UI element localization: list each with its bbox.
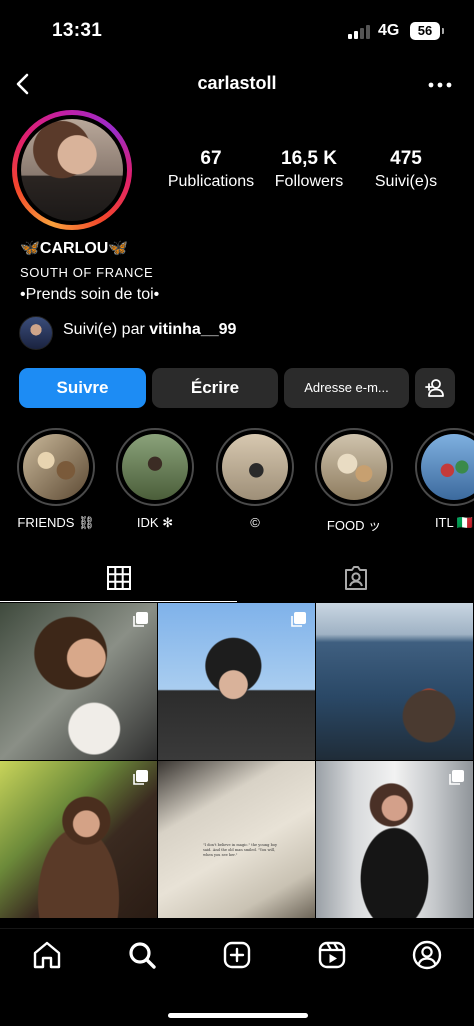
highlight-label: ITL 🇮🇹 <box>434 515 474 530</box>
stat-publications: 67 Publications <box>166 148 256 191</box>
create-icon[interactable] <box>221 939 253 971</box>
highlight-friends[interactable]: FRIENDS ⛓ <box>16 428 96 531</box>
suggest-users-button[interactable] <box>415 368 455 408</box>
stat-followers[interactable]: 16,5 K Followers <box>266 148 352 191</box>
multiple-photos-icon <box>133 770 148 785</box>
highlight-copyright[interactable]: © <box>215 428 295 530</box>
status-time: 13:31 <box>52 20 103 41</box>
highlight-idk[interactable]: IDK ✻ <box>115 428 195 531</box>
highlight-label: IDK ✻ <box>136 515 174 530</box>
followed-by-avatar[interactable] <box>19 316 53 350</box>
post-thumbnail[interactable] <box>158 603 315 760</box>
highlight-itl[interactable]: ITL 🇮🇹 <box>414 428 474 531</box>
stat-following-label: Suivi(e)s <box>374 173 438 190</box>
bio-text: •Prends soin de toi• <box>20 286 160 303</box>
highlight-cover <box>421 434 474 500</box>
tagged-person-icon <box>344 566 367 590</box>
profile-icon[interactable] <box>411 939 443 971</box>
home-icon[interactable] <box>31 939 63 971</box>
follow-button[interactable]: Suivre <box>19 368 146 408</box>
stat-following[interactable]: 475 Suivi(e)s <box>366 148 446 191</box>
highlight-label: © <box>250 515 260 530</box>
stat-publications-value: 67 <box>200 148 222 169</box>
highlight-cover <box>222 434 288 500</box>
highlight-food[interactable]: FOOD ッ <box>314 428 394 534</box>
status-bar: 13:31 4G 56 <box>0 0 474 60</box>
battery-indicator: 56 <box>410 22 444 40</box>
stat-following-value: 475 <box>390 148 422 169</box>
post-thumbnail[interactable] <box>0 603 157 760</box>
profile-username: carlastoll <box>197 73 277 93</box>
person-add-icon <box>425 379 444 397</box>
grid-icon <box>106 566 131 590</box>
tab-posts-grid[interactable] <box>0 556 237 602</box>
bio-location: SOUTH OF FRANCE <box>20 265 154 280</box>
highlight-label: FRIENDS ⛓ <box>17 515 95 530</box>
bio-display-name: 🦋CARLOU🦋 <box>20 240 129 257</box>
followed-by[interactable]: Suivi(e) par vitinha__99 <box>63 321 236 339</box>
highlight-label: FOOD ッ <box>326 518 382 533</box>
followed-by-prefix: Suivi(e) par <box>63 321 145 338</box>
stat-publications-label: Publications <box>167 173 255 190</box>
email-button[interactable]: Adresse e-m... <box>284 368 409 408</box>
highlight-cover <box>122 434 188 500</box>
multiple-photos-icon <box>291 612 306 627</box>
search-icon[interactable] <box>126 939 158 971</box>
highlight-cover <box>23 434 89 500</box>
avatar <box>21 119 123 221</box>
post-thumbnail[interactable] <box>316 761 473 918</box>
multiple-photos-icon <box>133 612 148 627</box>
message-button[interactable]: Écrire <box>152 368 278 408</box>
highlight-cover <box>321 434 387 500</box>
bottom-nav <box>0 928 474 1026</box>
avatar-story-ring[interactable] <box>12 110 132 230</box>
reels-icon[interactable] <box>316 939 348 971</box>
stat-followers-label: Followers <box>274 173 344 190</box>
post-thumbnail[interactable] <box>0 761 157 918</box>
more-horizontal-icon[interactable] <box>426 74 454 96</box>
multiple-photos-icon <box>449 770 464 785</box>
post-thumbnail[interactable]: "I don't believe in magic." the young bo… <box>158 761 315 918</box>
stat-followers-value: 16,5 K <box>281 148 337 169</box>
post-thumbnail[interactable] <box>316 603 473 760</box>
home-indicator <box>168 1013 308 1018</box>
book-quote: "I don't believe in magic." the young bo… <box>203 843 278 857</box>
followed-by-user: vitinha__99 <box>149 321 237 338</box>
tab-tagged[interactable] <box>237 556 474 602</box>
network-label: 4G <box>378 22 400 39</box>
signal-icon <box>348 24 372 39</box>
